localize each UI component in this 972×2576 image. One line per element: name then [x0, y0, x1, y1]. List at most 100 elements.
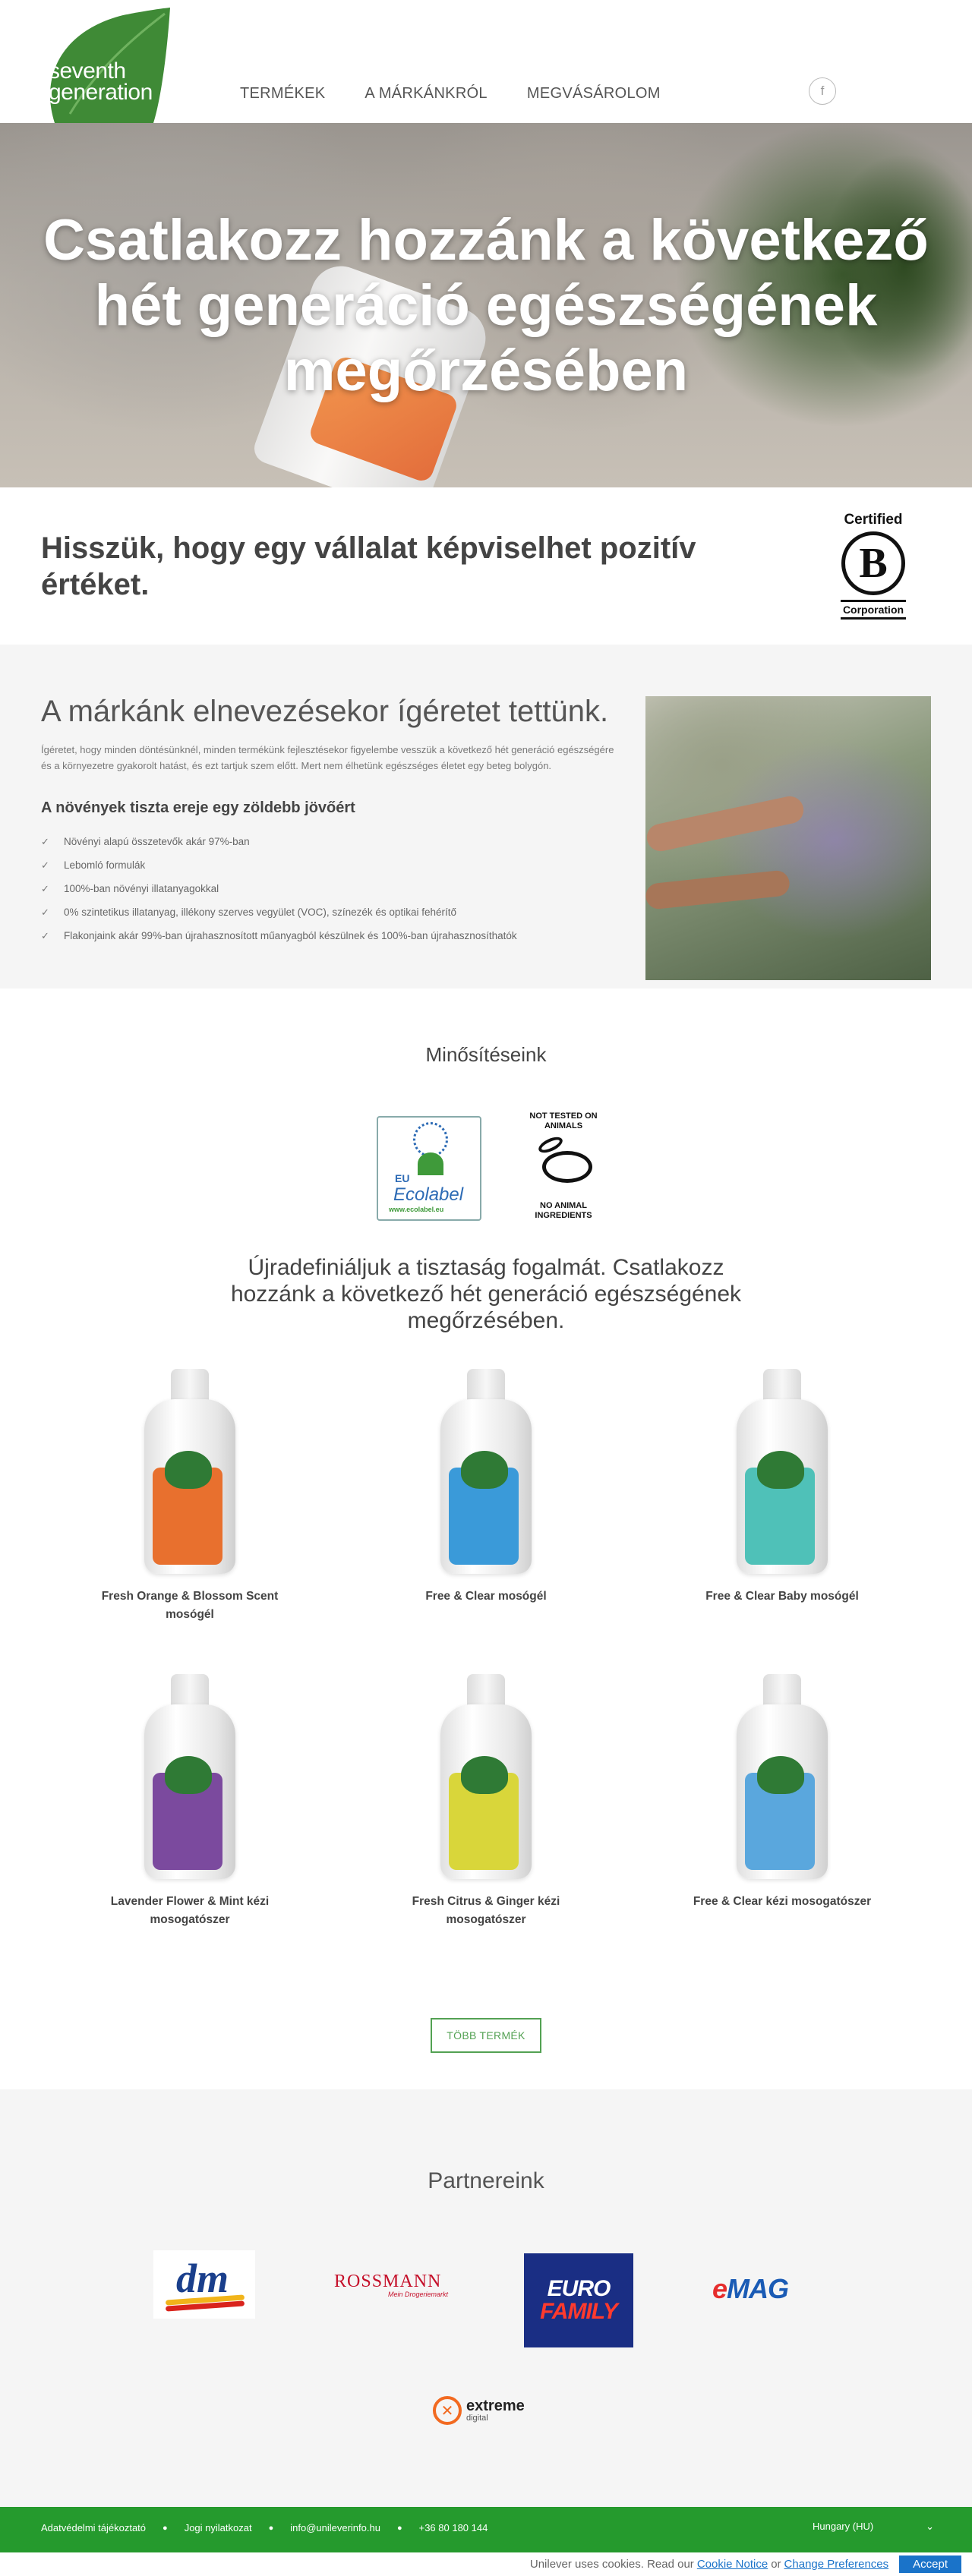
extreme-x-icon: ✕: [433, 2396, 462, 2425]
footer-legal-link[interactable]: Jogi nyilatkozat: [185, 2522, 252, 2533]
list-item: ✓ Növényi alapú összetevők akár 97%-ban: [41, 830, 517, 853]
extreme-digital-logo[interactable]: ✕ extreme digital: [433, 2392, 547, 2429]
product-card[interactable]: Fresh Citrus & Ginger kézi mosogatószer: [372, 1666, 600, 1929]
promise-intro: Ígéretet, hogy minden döntésünknél, mind…: [41, 744, 614, 771]
extreme-logo-sub: digital: [466, 2414, 488, 2423]
promise-section: A márkánk elnevezésekor ígéretet tettünk…: [0, 645, 972, 988]
nav-products[interactable]: TERMÉKEK: [240, 85, 325, 102]
product-image: [118, 1361, 262, 1581]
nav-about-brand[interactable]: A MÁRKÁNKRÓL: [364, 85, 487, 102]
redefine-section: Újradefiniáljuk a tisztaság fogalmát. Cs…: [0, 1254, 972, 1361]
photo-arm: [645, 869, 791, 910]
rossmann-logo-text: ROSSMANN: [334, 2272, 442, 2291]
eu-ecolabel-logo: EU Ecolabel www.ecolabel.eu: [377, 1116, 481, 1221]
ecolabel-eu: EU: [395, 1172, 410, 1184]
emag-logo[interactable]: eMAG: [712, 2273, 819, 2326]
divider: [841, 617, 906, 620]
promise-title: A márkánk elnevezésekor ígéretet tettünk…: [41, 695, 609, 728]
list-item: ✓ Flakonjaink akár 99%-ban újrahasznosíto…: [41, 924, 517, 947]
cookie-text: Unilever uses cookies. Read our: [529, 2558, 694, 2571]
list-item-text: 100%-ban növényi illatanyagokkal: [64, 883, 219, 894]
products-grid: Fresh Orange & Blossom Scent mosógél Fre…: [0, 1361, 972, 2039]
product-image: [710, 1666, 854, 1887]
product-image: [710, 1361, 854, 1581]
country-selector[interactable]: Hungary (HU) ⌄: [813, 2521, 934, 2533]
site-header: seventh generation TERMÉKEK A MÁRKÁNKRÓL…: [0, 0, 972, 123]
leaf-icon: [757, 1756, 804, 1794]
eurofamily-line2: FAMILY: [540, 2299, 618, 2324]
animals-bottom-text: NO ANIMAL INGREDIENTS: [535, 1201, 592, 1220]
product-name: Free & Clear Baby mosógél: [705, 1590, 859, 1603]
b-corp-letter: B: [841, 531, 905, 595]
change-preferences-link[interactable]: Change Preferences: [784, 2558, 889, 2571]
product-card[interactable]: Free & Clear kézi mosogatószer: [668, 1666, 896, 1911]
check-icon: ✓: [41, 929, 49, 941]
product-card[interactable]: Free & Clear mosógél: [372, 1361, 600, 1606]
more-products-button[interactable]: TÖBB TERMÉK: [431, 2018, 541, 2053]
leaf-icon: [757, 1451, 804, 1489]
rabbit-icon: [525, 1134, 601, 1198]
hero-title: Csatlakozz hozzánk a következő hét gener…: [43, 208, 929, 403]
leaf-icon: [165, 1451, 212, 1489]
check-icon: ✓: [41, 835, 49, 847]
rabbit-body: [542, 1151, 592, 1183]
belief-title: Hisszük, hogy egy vállalat képviselhet p…: [41, 531, 696, 601]
check-icon: ✓: [41, 859, 49, 871]
not-tested-on-animals-logo: NOT TESTED ON ANIMALS NO ANIMAL INGREDIE…: [518, 1111, 609, 1227]
nav-where-to-buy[interactable]: MEGVÁSÁROLOM: [527, 85, 661, 102]
product-image: [118, 1666, 262, 1887]
redefine-text: Újradefiniáljuk a tisztaság fogalmát. Cs…: [230, 1255, 742, 1333]
check-icon: ✓: [41, 882, 49, 894]
product-name: Lavender Flower & Mint kézi mosogatószer: [110, 1895, 270, 1926]
facebook-glyph: f: [820, 84, 825, 98]
check-icon: ✓: [41, 906, 49, 918]
product-card[interactable]: Fresh Orange & Blossom Scent mosógél: [76, 1361, 304, 1624]
hero-banner: Csatlakozz hozzánk a következő hét gener…: [0, 123, 972, 487]
list-item: ✓ 100%-ban növényi illatanyagokkal: [41, 877, 517, 900]
cookie-notice-link[interactable]: Cookie Notice: [697, 2558, 768, 2571]
footer-phone-link[interactable]: +36 80 180 144: [419, 2522, 488, 2533]
eurofamily-line1: EURO: [547, 2276, 611, 2301]
logo-text-line2: generation: [49, 80, 153, 105]
facebook-icon[interactable]: f: [809, 77, 836, 105]
main-nav: TERMÉKEK A MÁRKÁNKRÓL MEGVÁSÁROLOM: [240, 85, 661, 102]
cookie-or: or: [771, 2558, 781, 2571]
separator-dot: ●: [396, 2523, 402, 2533]
eurofamily-logo[interactable]: EURO FAMILY: [524, 2253, 633, 2347]
cookie-bar: Unilever uses cookies. Read our Cookie N…: [0, 2552, 972, 2576]
footer-email-link[interactable]: info@unileverinfo.hu: [290, 2522, 380, 2533]
footer-links: Adatvédelmi tájékoztató ● Jogi nyilatkoz…: [41, 2522, 488, 2533]
seventh-generation-logo[interactable]: seventh generation: [39, 8, 172, 123]
leaf-icon: [461, 1451, 508, 1489]
dm-logo[interactable]: dm: [153, 2250, 255, 2319]
dm-logo-text: dm: [176, 2256, 229, 2301]
rossmann-logo[interactable]: ROSSMANN Mein Drogeriemarkt: [334, 2272, 448, 2313]
product-card[interactable]: Free & Clear Baby mosógél: [668, 1361, 896, 1606]
product-image: [414, 1361, 558, 1581]
list-item: ✓ 0% szintetikus illatanyag, illékony sze…: [41, 900, 517, 924]
list-item-text: 0% szintetikus illatanyag, illékony szer…: [64, 906, 456, 918]
product-name: Free & Clear kézi mosogatószer: [693, 1895, 872, 1908]
leaf-icon: [165, 1756, 212, 1794]
footer-privacy-link[interactable]: Adatvédelmi tájékoztató: [41, 2522, 146, 2533]
b-corp-corporation: Corporation: [842, 604, 904, 616]
chevron-down-icon: ⌄: [926, 2521, 934, 2532]
accept-cookies-button[interactable]: Accept: [899, 2556, 961, 2573]
certifications-section: Minősítéseink EU Ecolabel www.ecolabel.e…: [0, 988, 972, 1254]
promise-subtitle: A növények tiszta ereje egy zöldebb jövő…: [41, 799, 355, 816]
partners-title: Partnereink: [428, 2168, 544, 2193]
product-card[interactable]: Lavender Flower & Mint kézi mosogatószer: [76, 1666, 304, 1929]
product-name: Fresh Citrus & Ginger kézi mosogatószer: [412, 1895, 560, 1926]
emag-logo-text: MAG: [727, 2273, 789, 2304]
certifications-title: Minősítéseink: [425, 1043, 547, 1066]
logo-text-line1: seventh: [49, 58, 126, 84]
product-image: [414, 1666, 558, 1887]
extreme-logo-text: extreme: [466, 2398, 525, 2414]
partners-section: Partnereink dm ROSSMANN Mein Drogeriemar…: [0, 2089, 972, 2507]
emag-logo-e: e: [712, 2273, 727, 2304]
belief-section: Hisszük, hogy egy vállalat képviselhet p…: [0, 487, 972, 645]
ecolabel-flower-icon: [418, 1152, 443, 1175]
ecolabel-url: www.ecolabel.eu: [389, 1206, 444, 1213]
ecolabel-name: Ecolabel: [393, 1184, 464, 1205]
separator-dot: ●: [268, 2523, 274, 2533]
